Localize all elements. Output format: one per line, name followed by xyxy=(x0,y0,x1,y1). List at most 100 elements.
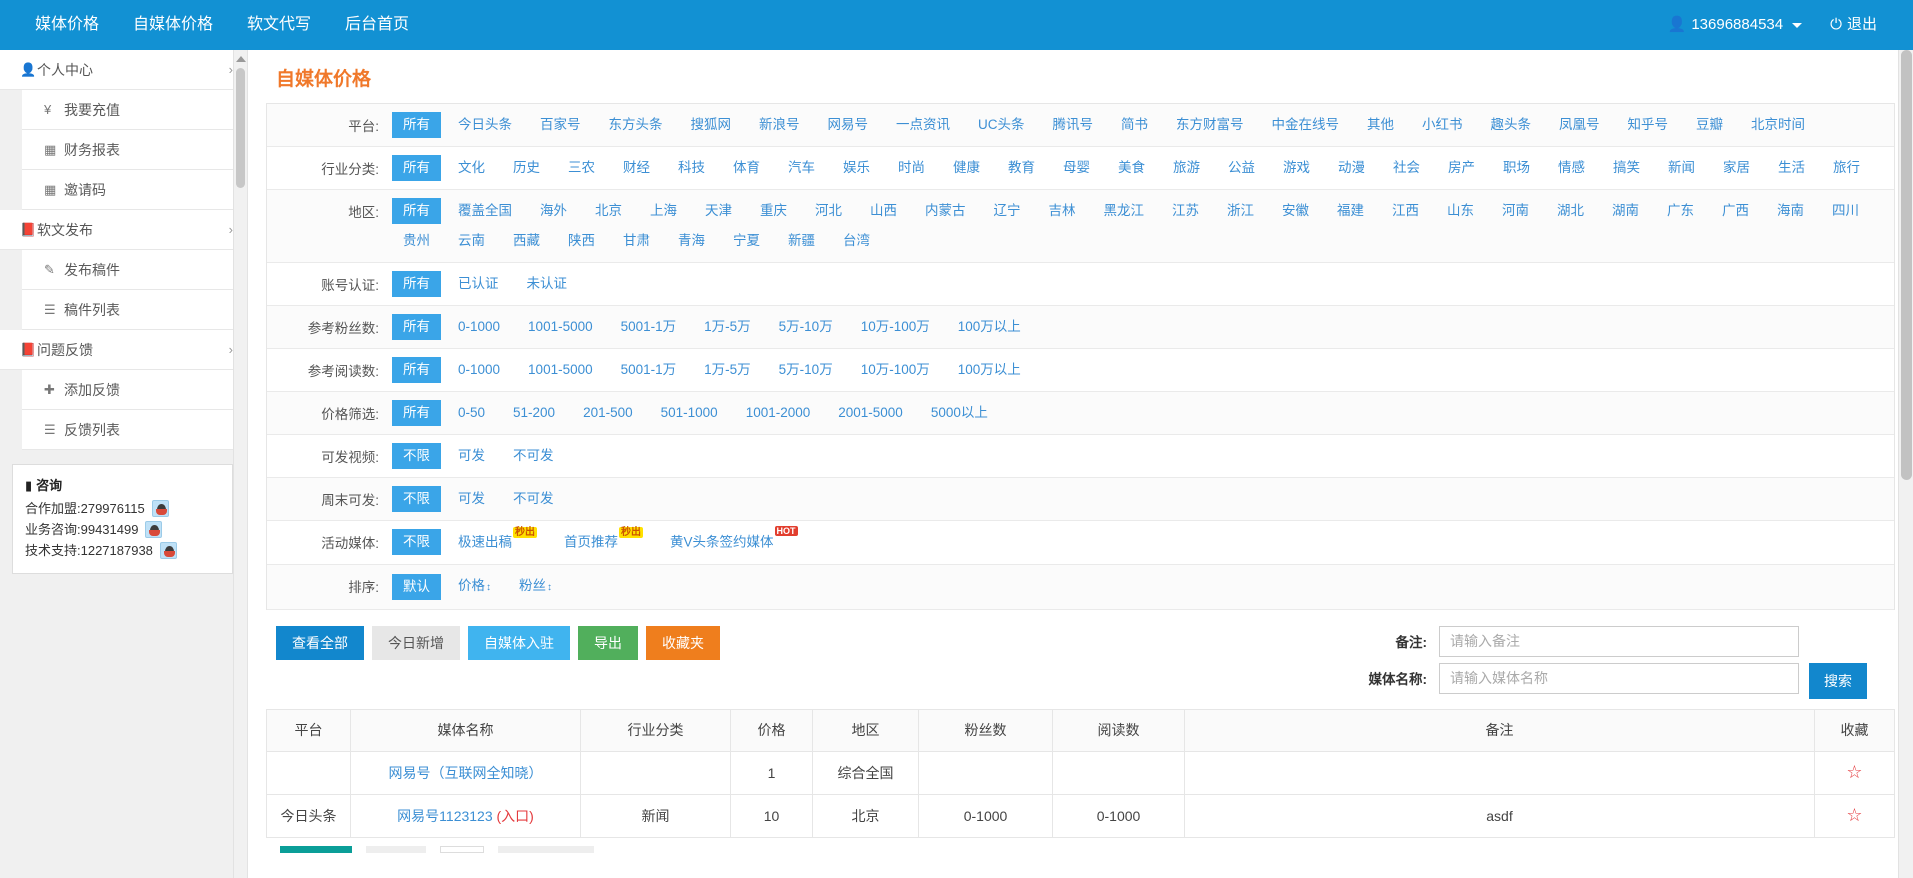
filter-option-0-15[interactable]: 趣头条 xyxy=(1480,112,1543,138)
scroll-up-arrow-icon[interactable] xyxy=(235,56,246,62)
qq-icon[interactable] xyxy=(145,521,163,538)
filter-option-2-19[interactable]: 河南 xyxy=(1491,198,1540,224)
filter-option-2-21[interactable]: 湖南 xyxy=(1601,198,1650,224)
filter-option-1-2[interactable]: 历史 xyxy=(502,155,551,181)
filter-option-2-6[interactable]: 重庆 xyxy=(749,198,798,224)
filter-option-1-21[interactable]: 情感 xyxy=(1547,155,1596,181)
filter-option-8-2[interactable]: 不可发 xyxy=(502,486,565,512)
sidebar-item-feedback-list[interactable]: ☰ 反馈列表 xyxy=(22,410,247,450)
filter-option-1-20[interactable]: 职场 xyxy=(1492,155,1541,181)
filter-option-2-12[interactable]: 黑龙江 xyxy=(1093,198,1156,224)
filter-option-2-31[interactable]: 青海 xyxy=(667,228,716,254)
sidebar-group-feedback[interactable]: 📕 问题反馈 › xyxy=(0,330,247,370)
filter-option-5-2[interactable]: 1001-5000 xyxy=(517,357,604,383)
qq-icon[interactable] xyxy=(159,542,177,559)
filter-option-0-10[interactable]: 简书 xyxy=(1110,112,1159,138)
filter-option-5-3[interactable]: 5001-1万 xyxy=(610,357,688,383)
pagination-item[interactable] xyxy=(366,845,426,853)
filter-option-2-11[interactable]: 吉林 xyxy=(1038,198,1087,224)
sidebar-item-publish-article[interactable]: ✎ 发布稿件 xyxy=(22,250,247,290)
filter-option-1-16[interactable]: 游戏 xyxy=(1272,155,1321,181)
sidebar-item-article-list[interactable]: ☰ 稿件列表 xyxy=(22,290,247,330)
filter-option-2-29[interactable]: 陕西 xyxy=(557,228,606,254)
filter-option-10-2[interactable]: 粉丝↕ xyxy=(508,573,563,601)
filter-option-2-3[interactable]: 北京 xyxy=(584,198,633,224)
filter-option-4-1[interactable]: 0-1000 xyxy=(447,314,511,340)
filter-option-2-14[interactable]: 浙江 xyxy=(1216,198,1265,224)
filter-option-2-9[interactable]: 内蒙古 xyxy=(914,198,977,224)
filter-option-1-8[interactable]: 娱乐 xyxy=(832,155,881,181)
filter-option-6-5[interactable]: 1001-2000 xyxy=(735,400,822,426)
filter-option-0-17[interactable]: 知乎号 xyxy=(1617,112,1680,138)
pagination-current-page[interactable] xyxy=(280,845,352,853)
filter-option-1-6[interactable]: 体育 xyxy=(722,155,771,181)
filter-option-8-1[interactable]: 可发 xyxy=(447,486,496,512)
filter-option-0-12[interactable]: 中金在线号 xyxy=(1261,112,1351,138)
filter-option-1-15[interactable]: 公益 xyxy=(1217,155,1266,181)
filter-option-4-4[interactable]: 1万-5万 xyxy=(693,314,762,340)
filter-option-4-3[interactable]: 5001-1万 xyxy=(610,314,688,340)
filter-option-1-5[interactable]: 科技 xyxy=(667,155,716,181)
filter-option-2-4[interactable]: 上海 xyxy=(639,198,688,224)
filter-option-2-24[interactable]: 海南 xyxy=(1766,198,1815,224)
filter-option-7-1[interactable]: 可发 xyxy=(447,443,496,469)
action-button-自媒体入驻[interactable]: 自媒体入驻 xyxy=(468,625,570,660)
filter-option-2-26[interactable]: 贵州 xyxy=(392,228,441,254)
user-menu[interactable]: 👤 13696884534 xyxy=(1654,0,1816,50)
filter-option-0-2[interactable]: 百家号 xyxy=(529,112,592,138)
filter-option-1-1[interactable]: 文化 xyxy=(447,155,496,181)
action-button-收藏夹[interactable]: 收藏夹 xyxy=(646,625,720,660)
filter-option-0-8[interactable]: UC头条 xyxy=(967,112,1036,138)
media-name-link[interactable]: 网易号（互联网全知晓） xyxy=(389,765,543,781)
filter-option-1-7[interactable]: 汽车 xyxy=(777,155,826,181)
nav-link-media-price[interactable]: 媒体价格 xyxy=(18,0,116,50)
filter-option-4-2[interactable]: 1001-5000 xyxy=(517,314,604,340)
filter-option-6-1[interactable]: 0-50 xyxy=(447,400,496,426)
pagination-peek[interactable] xyxy=(266,838,1895,853)
action-button-查看全部[interactable]: 查看全部 xyxy=(276,625,364,660)
filter-option-2-18[interactable]: 山东 xyxy=(1436,198,1485,224)
filter-option-0-16[interactable]: 凤凰号 xyxy=(1548,112,1611,138)
filter-option-10-1[interactable]: 价格↕ xyxy=(447,573,502,601)
filter-option-2-7[interactable]: 河北 xyxy=(804,198,853,224)
main-scrollbar-thumb[interactable] xyxy=(1901,50,1912,480)
sidebar-item-invite-code[interactable]: ▦ 邀请码 xyxy=(22,170,247,210)
media-name-input[interactable] xyxy=(1439,662,1799,694)
filter-option-0-1[interactable]: 今日头条 xyxy=(447,112,523,138)
pagination-info[interactable] xyxy=(498,845,594,853)
filter-option-5-1[interactable]: 0-1000 xyxy=(447,357,511,383)
media-entry-link[interactable]: (入口) xyxy=(493,808,534,824)
sidebar-item-financial-report[interactable]: ▦ 财务报表 xyxy=(22,130,247,170)
sidebar-group-personal-center[interactable]: 👤 个人中心 › xyxy=(0,50,247,90)
star-icon[interactable]: ☆ xyxy=(1846,805,1862,825)
sidebar-item-recharge[interactable]: ¥ 我要充值 xyxy=(22,90,247,130)
filter-option-1-23[interactable]: 新闻 xyxy=(1657,155,1706,181)
filter-option-2-1[interactable]: 覆盖全国 xyxy=(447,198,523,224)
filter-option-1-10[interactable]: 健康 xyxy=(942,155,991,181)
filter-option-2-23[interactable]: 广西 xyxy=(1711,198,1760,224)
filter-option-2-2[interactable]: 海外 xyxy=(529,198,578,224)
nav-link-backend-home[interactable]: 后台首页 xyxy=(328,0,426,50)
filter-option-2-25[interactable]: 四川 xyxy=(1821,198,1870,224)
action-button-导出[interactable]: 导出 xyxy=(578,625,638,660)
filter-option-1-11[interactable]: 教育 xyxy=(997,155,1046,181)
filter-option-1-26[interactable]: 旅行 xyxy=(1822,155,1871,181)
filter-option-6-4[interactable]: 501-1000 xyxy=(650,400,729,426)
filter-option-1-9[interactable]: 时尚 xyxy=(887,155,936,181)
filter-option-2-28[interactable]: 西藏 xyxy=(502,228,551,254)
filter-option-1-4[interactable]: 财经 xyxy=(612,155,661,181)
filter-option-6-2[interactable]: 51-200 xyxy=(502,400,566,426)
filter-option-2-32[interactable]: 宁夏 xyxy=(722,228,771,254)
filter-option-1-3[interactable]: 三农 xyxy=(557,155,606,181)
filter-option-1-14[interactable]: 旅游 xyxy=(1162,155,1211,181)
filter-option-4-7[interactable]: 100万以上 xyxy=(947,314,1032,340)
filter-option-6-7[interactable]: 5000以上 xyxy=(920,400,999,426)
filter-option-5-4[interactable]: 1万-5万 xyxy=(693,357,762,383)
filter-option-2-16[interactable]: 福建 xyxy=(1326,198,1375,224)
filter-option-3-0[interactable]: 所有 xyxy=(392,271,441,297)
filter-option-1-13[interactable]: 美食 xyxy=(1107,155,1156,181)
action-button-今日新增[interactable]: 今日新增 xyxy=(372,625,460,660)
filter-option-2-30[interactable]: 甘肃 xyxy=(612,228,661,254)
filter-option-9-0[interactable]: 不限 xyxy=(392,529,441,556)
filter-option-1-17[interactable]: 动漫 xyxy=(1327,155,1376,181)
